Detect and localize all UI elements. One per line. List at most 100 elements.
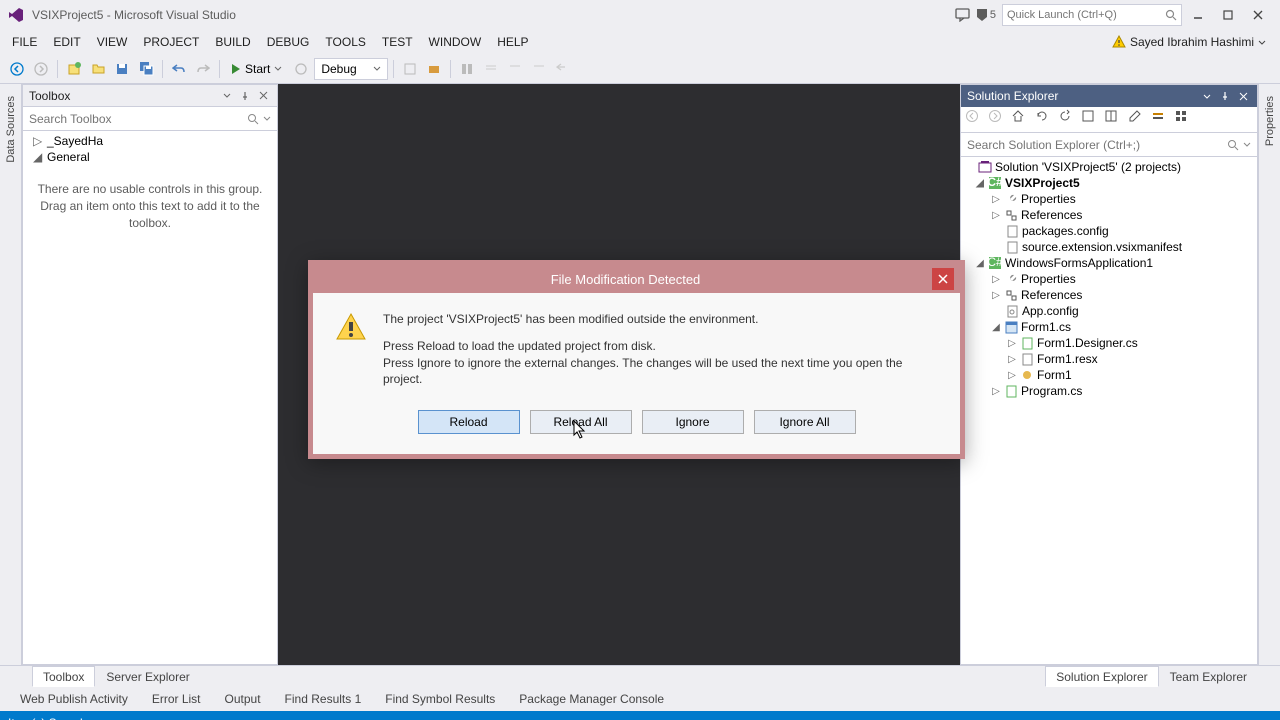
quick-launch[interactable] (1002, 4, 1182, 26)
se-refresh-button[interactable] (1058, 109, 1080, 131)
nav-fwd-button[interactable] (30, 58, 52, 80)
ignore-all-button[interactable]: Ignore All (754, 410, 856, 434)
window-minimize[interactable] (1184, 4, 1212, 26)
tab-web-publish[interactable]: Web Publish Activity (10, 689, 138, 709)
csharp-project-icon: C# (988, 176, 1002, 190)
dialog-close-button[interactable] (932, 268, 954, 290)
tree-node-packages[interactable]: packages.config (961, 223, 1257, 239)
redo-button[interactable] (192, 58, 214, 80)
toolbar-btn-7[interactable] (552, 58, 574, 80)
tab-solution-explorer[interactable]: Solution Explorer (1045, 666, 1158, 687)
tree-node-references[interactable]: ▷References (961, 207, 1257, 223)
window-close[interactable] (1244, 4, 1272, 26)
se-collapse-button[interactable] (1081, 109, 1103, 131)
se-back-button[interactable] (965, 109, 987, 131)
tree-node-references[interactable]: ▷References (961, 287, 1257, 303)
tree-node-project1[interactable]: ◢C#VSIXProject5 (961, 175, 1257, 191)
references-icon (1004, 208, 1018, 222)
cs-file-icon (1020, 336, 1034, 350)
panel-dropdown-icon[interactable] (1199, 88, 1215, 104)
se-view-button[interactable] (1174, 109, 1196, 131)
close-icon[interactable] (255, 88, 271, 104)
menu-tools[interactable]: TOOLS (317, 32, 373, 52)
tab-error-list[interactable]: Error List (142, 689, 211, 709)
dialog-titlebar[interactable]: File Modification Detected (313, 265, 960, 293)
rail-tab-properties[interactable]: Properties (1262, 88, 1278, 154)
tree-node-program[interactable]: ▷Program.cs (961, 383, 1257, 399)
pin-icon[interactable] (1217, 88, 1233, 104)
signed-in-user[interactable]: Sayed Ibrahim Hashimi (1112, 35, 1276, 49)
menu-window[interactable]: WINDOW (421, 32, 490, 52)
toolbar-btn-2[interactable] (423, 58, 445, 80)
reload-all-button[interactable]: Reload All (530, 410, 632, 434)
menu-file[interactable]: FILE (4, 32, 45, 52)
reload-button[interactable]: Reload (418, 410, 520, 434)
save-button[interactable] (111, 58, 133, 80)
nav-back-button[interactable] (6, 58, 28, 80)
menu-view[interactable]: VIEW (89, 32, 136, 52)
close-icon[interactable] (1235, 88, 1251, 104)
tree-node-designer[interactable]: ▷Form1.Designer.cs (961, 335, 1257, 351)
toolbox-search[interactable] (23, 107, 277, 131)
se-properties-button[interactable] (1128, 109, 1150, 131)
feedback-icon[interactable] (950, 3, 976, 27)
open-file-button[interactable] (87, 58, 109, 80)
toolbox-empty-message: There are no usable controls in this gro… (23, 165, 277, 247)
new-project-button[interactable] (63, 58, 85, 80)
menu-edit[interactable]: EDIT (45, 32, 88, 52)
notifications-icon[interactable]: 5 (976, 3, 996, 27)
tab-package-manager[interactable]: Package Manager Console (509, 689, 674, 709)
tree-node-appconfig[interactable]: App.config (961, 303, 1257, 319)
expand-icon: ▷ (991, 210, 1001, 221)
se-search-input[interactable] (967, 138, 1227, 152)
se-showall-button[interactable] (1104, 109, 1126, 131)
toolbar-btn-3[interactable] (456, 58, 478, 80)
save-all-button[interactable] (135, 58, 157, 80)
se-preview-button[interactable] (1151, 109, 1173, 131)
ignore-button[interactable]: Ignore (642, 410, 744, 434)
quick-launch-input[interactable] (1007, 9, 1165, 21)
solution-icon (978, 160, 992, 174)
undo-button[interactable] (168, 58, 190, 80)
start-button[interactable]: Start (225, 60, 288, 78)
resx-file-icon (1020, 352, 1034, 366)
tree-node-properties[interactable]: ▷Properties (961, 271, 1257, 287)
rail-tab-data-sources[interactable]: Data Sources (3, 88, 19, 171)
collapse-icon: ◢ (975, 178, 985, 189)
config-selector[interactable]: Debug (314, 58, 387, 80)
se-fwd-button[interactable] (988, 109, 1010, 131)
debug-target-button[interactable] (290, 58, 312, 80)
menu-help[interactable]: HELP (489, 32, 536, 52)
tab-server-explorer[interactable]: Server Explorer (95, 666, 200, 687)
menu-build[interactable]: BUILD (207, 32, 258, 52)
tree-node-solution[interactable]: Solution 'VSIXProject5' (2 projects) (961, 159, 1257, 175)
panel-dropdown-icon[interactable] (219, 88, 235, 104)
se-home-button[interactable] (1011, 109, 1033, 131)
tree-node-project2[interactable]: ◢C#WindowsFormsApplication1 (961, 255, 1257, 271)
tree-node-properties[interactable]: ▷Properties (961, 191, 1257, 207)
menu-test[interactable]: TEST (374, 32, 421, 52)
solution-explorer-search[interactable] (961, 133, 1257, 157)
tree-node-manifest[interactable]: source.extension.vsixmanifest (961, 239, 1257, 255)
toolbar-btn-1[interactable] (399, 58, 421, 80)
toolbar-btn-5[interactable] (504, 58, 526, 80)
toolbox-search-input[interactable] (29, 112, 247, 126)
toolbar-btn-6[interactable] (528, 58, 550, 80)
toolbar-btn-4[interactable] (480, 58, 502, 80)
pin-icon[interactable] (237, 88, 253, 104)
menu-project[interactable]: PROJECT (135, 32, 207, 52)
toolbox-group-general[interactable]: ◢ General (23, 149, 277, 165)
menu-debug[interactable]: DEBUG (259, 32, 318, 52)
tree-node-form1[interactable]: ◢Form1.cs (961, 319, 1257, 335)
tree-node-resx[interactable]: ▷Form1.resx (961, 351, 1257, 367)
tab-output[interactable]: Output (215, 689, 271, 709)
tree-node-form1-class[interactable]: ▷Form1 (961, 367, 1257, 383)
toolbox-group-sayedha[interactable]: ▷ _SayedHa (23, 133, 277, 149)
tab-find-results[interactable]: Find Results 1 (275, 689, 372, 709)
window-maximize[interactable] (1214, 4, 1242, 26)
tab-find-symbol[interactable]: Find Symbol Results (375, 689, 505, 709)
se-sync-button[interactable] (1035, 109, 1057, 131)
tab-team-explorer[interactable]: Team Explorer (1159, 666, 1258, 687)
right-rail: Properties (1258, 84, 1280, 665)
tab-toolbox[interactable]: Toolbox (32, 666, 95, 687)
